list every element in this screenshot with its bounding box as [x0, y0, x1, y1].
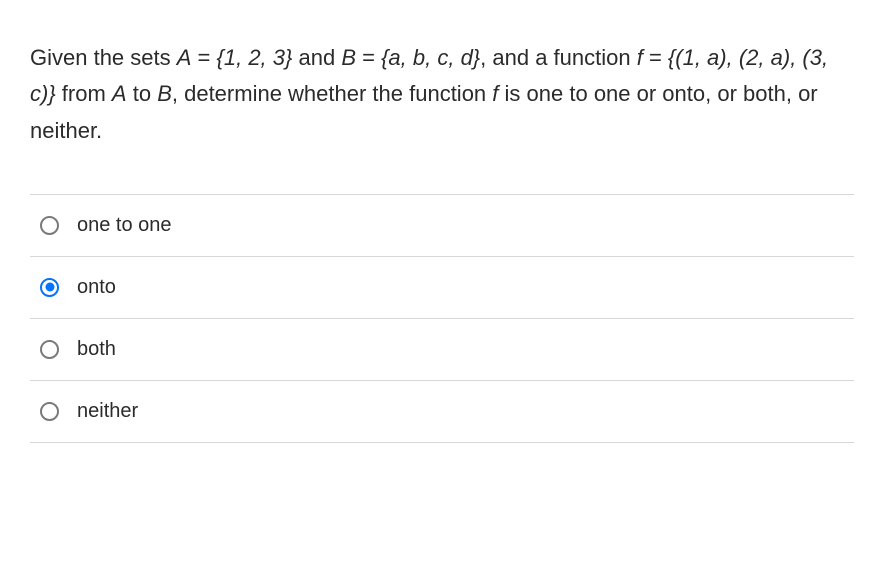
q-eq3: =	[643, 45, 668, 70]
question-text: Given the sets A = {1, 2, 3} and B = {a,…	[30, 40, 854, 149]
q-part4: , determine whether the function	[172, 81, 492, 106]
q-setA-label: A	[177, 45, 192, 70]
option-one-to-one[interactable]: one to one	[30, 195, 854, 257]
option-both[interactable]: both	[30, 319, 854, 381]
option-onto[interactable]: onto	[30, 257, 854, 319]
radio-icon	[40, 402, 59, 421]
q-A2: A	[112, 81, 127, 106]
options-list: one to one onto both neither	[30, 194, 854, 443]
q-eq1: =	[191, 45, 216, 70]
radio-icon	[40, 216, 59, 235]
q-B2: B	[157, 81, 172, 106]
q-part1: Given the sets	[30, 45, 177, 70]
q-part3: from	[56, 81, 112, 106]
radio-icon	[40, 340, 59, 359]
q-eq2: =	[356, 45, 381, 70]
q-setB-label: B	[341, 45, 356, 70]
option-label: one to one	[77, 214, 172, 237]
q-to: to	[127, 81, 158, 106]
radio-icon	[40, 278, 59, 297]
option-label: onto	[77, 276, 116, 299]
q-part2: , and a function	[480, 45, 637, 70]
q-and1: and	[292, 45, 341, 70]
option-label: neither	[77, 400, 138, 423]
q-setB-value: {a, b, c, d}	[381, 45, 480, 70]
q-setA-value: {1, 2, 3}	[217, 45, 293, 70]
option-neither[interactable]: neither	[30, 381, 854, 443]
option-label: both	[77, 338, 116, 361]
